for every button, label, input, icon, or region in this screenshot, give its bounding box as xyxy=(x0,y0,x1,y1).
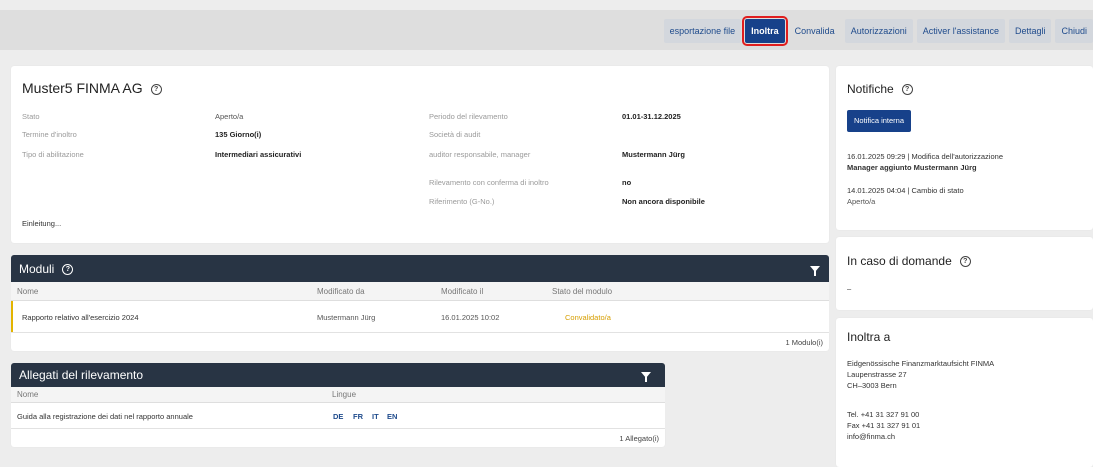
column-module-status[interactable]: Stato del modulo xyxy=(552,287,612,296)
notification-2-line2: Aperto/a xyxy=(847,197,876,206)
submit-to-card: Inoltra a Eidgenössische Finanzmarktaufs… xyxy=(836,318,1093,467)
auditor-label: auditor responsabile, manager xyxy=(429,150,531,159)
attachments-footer: 1 Allegato(i) xyxy=(11,429,665,447)
period-label: Periodo del rilevamento xyxy=(429,112,508,121)
modules-panel-header: Moduli? xyxy=(11,255,829,282)
module-modified-on: 16.01.2025 10:02 xyxy=(441,313,500,322)
modules-help-icon[interactable]: ? xyxy=(62,264,74,276)
license-type-value: Intermediari assicurativi xyxy=(215,150,302,159)
address-line-2: Laupenstrasse 27 xyxy=(847,370,907,379)
notifications-card: Notifiche? Notifica interna 16.01.2025 0… xyxy=(836,66,1093,230)
questions-help-icon[interactable]: ? xyxy=(959,256,971,268)
column-modified-by[interactable]: Modificato da xyxy=(317,287,365,296)
attachments-panel-header: Allegati del rilevamento xyxy=(11,363,665,387)
attachments-count: 1 Allegato(i) xyxy=(619,434,659,443)
modules-count: 1 Modulo(i) xyxy=(785,338,823,347)
modules-table-header: Nome Modificato da Modificato il Stato d… xyxy=(11,282,829,301)
status-label: Stato xyxy=(22,112,40,121)
submit-to-title: Inoltra a xyxy=(847,330,891,344)
submit-button[interactable]: Inoltra xyxy=(742,16,788,46)
attachments-filter-icon[interactable] xyxy=(641,372,651,382)
audit-company-label: Società di audit xyxy=(429,130,481,139)
period-value: 01.01-31.12.2025 xyxy=(622,112,681,121)
lang-en-link[interactable]: EN xyxy=(387,412,397,421)
confirmation-value: no xyxy=(622,178,632,187)
modules-filter-icon[interactable] xyxy=(810,266,820,276)
toolbar: esportazione file Inoltra Convalida Auto… xyxy=(0,10,1093,50)
lang-fr-link[interactable]: FR xyxy=(353,412,363,421)
questions-title-text: In caso di domande xyxy=(847,254,952,268)
close-button[interactable]: Chiudi xyxy=(1055,19,1093,43)
module-modified-by: Mustermann Jürg xyxy=(317,313,376,322)
status-value: Aperto/a xyxy=(215,112,244,121)
phone-line: Tel. +41 31 327 91 00 xyxy=(847,410,920,419)
column-attachment-name[interactable]: Nome xyxy=(17,390,38,399)
questions-title: In caso di domande? xyxy=(847,254,971,268)
notification-1-line2: Manager aggiunto Mustermann Jürg xyxy=(847,163,977,172)
reference-label: Riferimento (G-No.) xyxy=(429,197,495,206)
column-languages[interactable]: Lingue xyxy=(332,390,356,399)
export-file-button[interactable]: esportazione file xyxy=(663,19,742,43)
help-icon[interactable]: ? xyxy=(150,83,162,95)
confirmation-label: Rilevamento con conferma di inoltro xyxy=(429,178,549,187)
fax-line: Fax +41 31 327 91 01 xyxy=(847,421,921,430)
internal-notification-button[interactable]: Notifica interna xyxy=(847,110,912,132)
license-type-label: Tipo di abilitazione xyxy=(22,150,84,159)
address-line-3: CH–3003 Bern xyxy=(847,381,897,390)
modules-title: Moduli? xyxy=(19,262,74,276)
app: esportazione file Inoltra Convalida Auto… xyxy=(0,0,1093,467)
deadline-label: Termine d'inoltro xyxy=(22,130,77,139)
notification-2-line1: 14.01.2025 04:04 | Cambio di stato xyxy=(847,186,964,195)
notifications-help-icon[interactable]: ? xyxy=(901,84,913,96)
module-status: Convalidato/a xyxy=(565,313,611,322)
notifications-title-text: Notifiche xyxy=(847,82,894,96)
auditor-value: Mustermann Jürg xyxy=(622,150,685,159)
row-accent xyxy=(11,301,13,332)
details-button[interactable]: Dettagli xyxy=(1008,19,1052,43)
activate-assistance-button[interactable]: Activer l'assistance xyxy=(916,19,1005,43)
list-item: Guida alla registrazione dei dati nel ra… xyxy=(11,403,665,429)
questions-card: In caso di domande? – xyxy=(836,237,1093,310)
modules-footer: 1 Modulo(i) xyxy=(11,333,829,351)
column-modified-on[interactable]: Modificato il xyxy=(441,287,483,296)
attachments-title: Allegati del rilevamento xyxy=(19,368,144,382)
page-title-text: Muster5 FINMA AG xyxy=(22,80,143,96)
address-line-1: Eidgenössische Finanzmarktaufsicht FINMA xyxy=(847,359,995,368)
attachments-table-header: Nome Lingue xyxy=(11,387,665,403)
survey-header-card: Muster5 FINMA AG? Stato Aperto/a Termine… xyxy=(11,66,829,243)
lang-de-link[interactable]: DE xyxy=(333,412,343,421)
email-link[interactable]: info@finma.ch xyxy=(847,432,895,441)
modules-title-text: Moduli xyxy=(19,262,55,276)
page-title: Muster5 FINMA AG? xyxy=(22,80,162,96)
validate-button[interactable]: Convalida xyxy=(789,19,841,43)
intro-link[interactable]: Einleitung... xyxy=(22,219,61,228)
column-name[interactable]: Nome xyxy=(17,287,38,296)
reference-value: Non ancora disponibile xyxy=(622,197,705,206)
questions-text: – xyxy=(847,284,852,293)
table-row[interactable]: Rapporto relativo all'esercizio 2024 Mus… xyxy=(11,301,829,333)
module-name[interactable]: Rapporto relativo all'esercizio 2024 xyxy=(22,313,139,322)
notification-1-line1: 16.01.2025 09:29 | Modifica dell'autoriz… xyxy=(847,152,1003,161)
notifications-title: Notifiche? xyxy=(847,82,913,96)
authorizations-button[interactable]: Autorizzazioni xyxy=(844,19,913,43)
deadline-value: 135 Giorno(i) xyxy=(215,130,262,139)
toolbar-buttons: esportazione file Inoltra Convalida Auto… xyxy=(663,16,1093,46)
attachment-name: Guida alla registrazione dei dati nel ra… xyxy=(17,412,193,421)
lang-it-link[interactable]: IT xyxy=(372,412,379,421)
